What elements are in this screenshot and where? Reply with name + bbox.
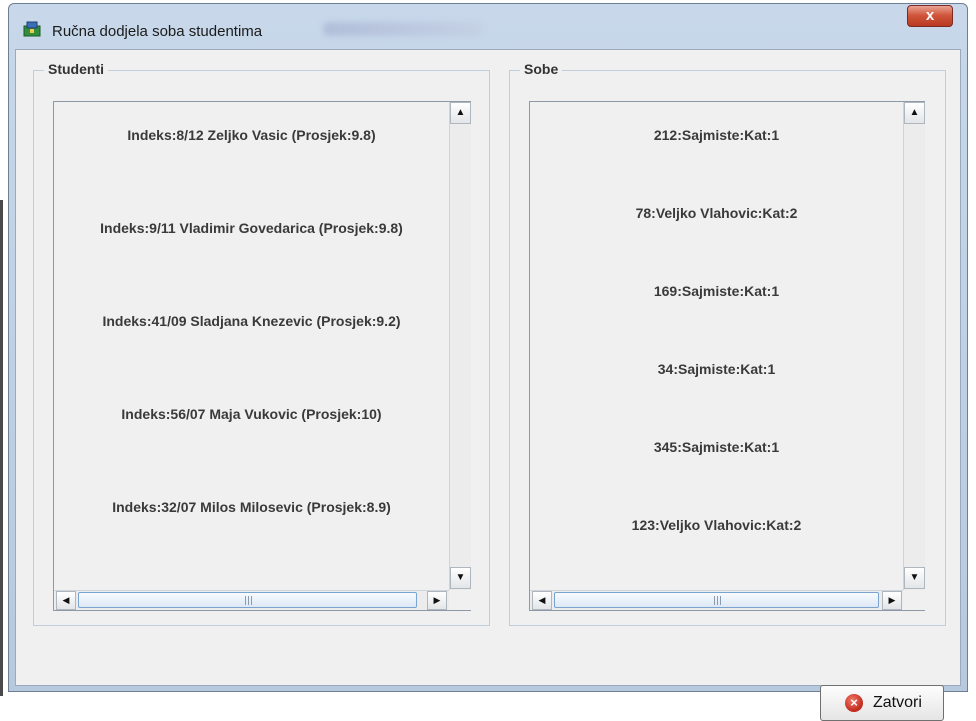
grip-icon <box>713 596 721 605</box>
scroll-up-button[interactable]: ▲ <box>450 102 471 124</box>
scroll-up-button[interactable]: ▲ <box>904 102 925 124</box>
dialog-window: Ručna dodjela soba studentima x Studenti… <box>8 3 968 692</box>
blurred-title-area <box>323 22 483 36</box>
student-list-item[interactable]: Indeks:56/07 Maja Vukovic (Prosjek:10) <box>54 406 449 422</box>
scroll-left-button[interactable]: ◀ <box>56 591 76 610</box>
scroll-down-button[interactable]: ▼ <box>450 567 471 589</box>
dialog-content: Studenti Indeks:8/12 Zeljko Vasic (Prosj… <box>15 49 961 686</box>
students-horizontal-scrollbar[interactable]: ◀ ▶ <box>54 590 449 610</box>
scroll-left-button[interactable]: ◀ <box>532 591 552 610</box>
room-list-item[interactable]: 123:Veljko Vlahovic:Kat:2 <box>530 517 903 533</box>
background-edge <box>0 200 3 696</box>
grip-icon <box>244 596 252 605</box>
students-vertical-scrollbar[interactable]: ▲ ▼ <box>449 102 471 590</box>
close-icon: x <box>925 7 935 24</box>
horizontal-scroll-thumb[interactable] <box>554 592 879 608</box>
rooms-group: Sobe 212:Sajmiste:Kat:1 78:Veljko Vlahovi… <box>509 61 946 626</box>
rooms-list[interactable]: 212:Sajmiste:Kat:1 78:Veljko Vlahovic:Kat… <box>529 101 925 611</box>
horizontal-scroll-thumb[interactable] <box>78 592 417 608</box>
room-list-item[interactable]: 212:Sajmiste:Kat:1 <box>530 127 903 143</box>
student-list-item[interactable]: Indeks:8/12 Zeljko Vasic (Prosjek:9.8) <box>54 127 449 143</box>
room-list-item[interactable]: 345:Sajmiste:Kat:1 <box>530 439 903 455</box>
rooms-group-title: Sobe <box>520 61 563 77</box>
room-list-item[interactable]: 34:Sajmiste:Kat:1 <box>530 361 903 377</box>
window-title: Ručna dodjela soba studentima <box>52 23 263 40</box>
close-dialog-label: Zatvori <box>873 694 922 711</box>
scroll-corner <box>903 590 925 610</box>
scroll-right-button[interactable]: ▶ <box>427 591 447 610</box>
rooms-horizontal-scrollbar[interactable]: ◀ ▶ <box>530 590 903 610</box>
scroll-down-button[interactable]: ▼ <box>904 567 925 589</box>
room-list-item[interactable]: 169:Sajmiste:Kat:1 <box>530 283 903 299</box>
scroll-corner <box>449 590 471 610</box>
students-group-title: Studenti <box>44 61 108 77</box>
rooms-vertical-scrollbar[interactable]: ▲ ▼ <box>903 102 925 590</box>
close-circle-icon: × <box>845 694 863 712</box>
scroll-right-button[interactable]: ▶ <box>882 591 902 610</box>
students-group: Studenti Indeks:8/12 Zeljko Vasic (Prosj… <box>33 61 490 626</box>
student-list-item[interactable]: Indeks:41/09 Sladjana Knezevic (Prosjek:… <box>54 313 449 329</box>
student-list-item[interactable]: Indeks:32/07 Milos Milosevic (Prosjek:8.… <box>54 499 449 515</box>
close-dialog-button[interactable]: × Zatvori <box>820 685 944 721</box>
app-icon <box>23 21 41 37</box>
window-close-button[interactable]: x <box>907 5 953 27</box>
students-list[interactable]: Indeks:8/12 Zeljko Vasic (Prosjek:9.8) In… <box>53 101 471 611</box>
student-list-item[interactable]: Indeks:9/11 Vladimir Govedarica (Prosjek… <box>54 220 449 236</box>
title-bar[interactable]: Ručna dodjela soba studentima x <box>9 4 967 52</box>
room-list-item[interactable]: 78:Veljko Vlahovic:Kat:2 <box>530 205 903 221</box>
